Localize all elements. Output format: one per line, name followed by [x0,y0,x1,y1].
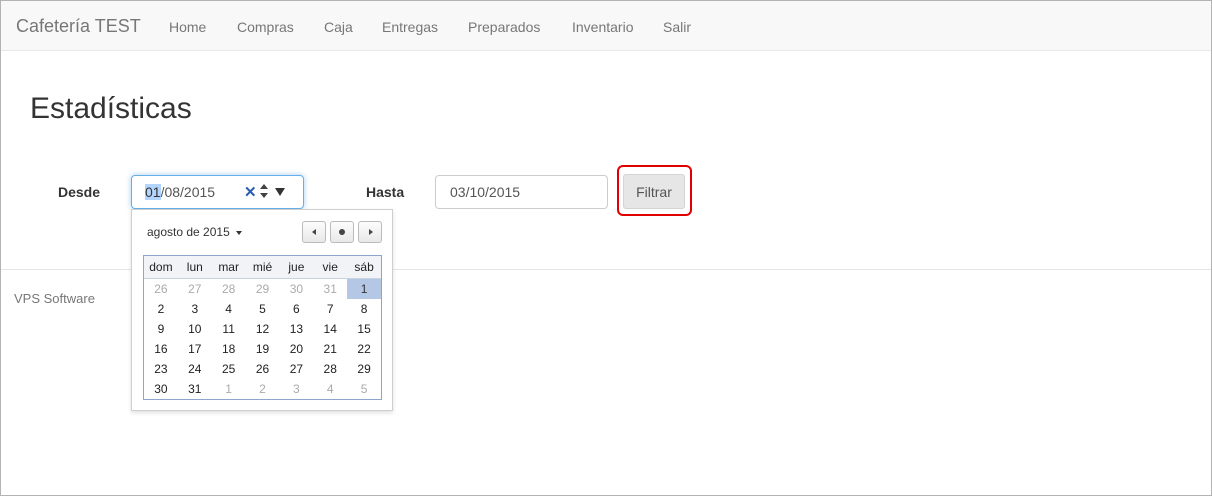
calendar-day[interactable]: 25 [212,359,246,379]
calendar-week: 16 17 18 19 20 21 22 [144,339,381,359]
calendar-day[interactable]: 4 [313,379,347,399]
caret-down-icon [235,230,242,235]
calendar-day[interactable]: 23 [144,359,178,379]
calendar-day[interactable]: 3 [279,379,313,399]
chevron-right-icon [369,229,373,235]
calendar-day[interactable]: 22 [347,339,381,359]
calendar-week: 26 27 28 29 30 31 1 [144,279,382,299]
calendar-day[interactable]: 13 [279,319,313,339]
calendar-day[interactable]: 6 [279,299,313,319]
hasta-date-value: 03/10/2015 [450,184,521,200]
calendar-month-label: agosto de 2015 [147,225,230,239]
calendar-day[interactable]: 29 [246,279,280,299]
calendar-day[interactable]: 2 [144,299,178,319]
calendar-day[interactable]: 5 [347,379,381,399]
hasta-date-input[interactable]: 03/10/2015 [435,175,608,209]
calendar-day[interactable]: 30 [279,279,313,299]
calendar-day[interactable]: 26 [246,359,280,379]
calendar-day[interactable]: 26 [144,279,178,299]
filter-button[interactable]: Filtrar [623,174,685,209]
brand-link[interactable]: Cafetería TEST [16,16,141,37]
weekday-lun: lun [186,260,203,274]
calendar-day[interactable]: 30 [144,379,178,399]
footer-text: VPS Software [14,291,95,306]
nav-item-preparados[interactable]: Preparados [468,19,540,35]
calendar-day[interactable]: 27 [279,359,313,379]
calendar-day[interactable]: 27 [178,279,212,299]
nav-item-inventario[interactable]: Inventario [572,19,633,35]
calendar-day[interactable]: 14 [313,319,347,339]
nav-item-entregas[interactable]: Entregas [382,19,438,35]
calendar-day[interactable]: 8 [347,299,381,319]
calendar-weekday-header: dom lun mar mié jue vie sáb [144,256,381,279]
spin-down-icon[interactable] [260,193,268,198]
calendar-day[interactable]: 24 [178,359,212,379]
desde-date-value: 01/08/2015 [145,184,215,200]
navbar: Cafetería TEST Home Compras Caja Entrega… [1,1,1211,51]
desde-date-rest: /08/2015 [160,184,216,200]
desde-date-input[interactable]: 01/08/2015 ✕ [131,175,304,209]
calendar-day[interactable]: 28 [212,279,246,299]
calendar-today-button[interactable] [330,221,354,243]
dot-icon [339,229,345,235]
weekday-dom: dom [149,260,173,274]
nav-item-compras[interactable]: Compras [237,19,294,35]
calendar-day[interactable]: 11 [212,319,246,339]
calendar-day[interactable]: 28 [313,359,347,379]
weekday-mar: mar [218,260,239,274]
spin-up-icon[interactable] [260,184,268,189]
page-title: Estadísticas [30,92,192,125]
calendar-next-button[interactable] [358,221,382,243]
calendar-day[interactable]: 4 [212,299,246,319]
calendar-day[interactable]: 5 [246,299,280,319]
calendar-day[interactable]: 21 [313,339,347,359]
nav-item-salir[interactable]: Salir [663,19,691,35]
calendar-day[interactable]: 31 [178,379,212,399]
calendar-week: 30 31 1 2 3 4 5 [144,379,381,399]
calendar-day[interactable]: 12 [246,319,280,339]
calendar-day[interactable]: 2 [246,379,280,399]
calendar-week: 23 24 25 26 27 28 29 [144,359,381,379]
calendar-day[interactable]: 18 [212,339,246,359]
calendar-day[interactable]: 19 [246,339,280,359]
calendar-day[interactable]: 9 [144,319,178,339]
calendar-week: 9 10 11 12 13 14 15 [144,319,381,339]
calendar-month-selector[interactable]: agosto de 2015 [147,225,242,239]
clear-date-icon[interactable]: ✕ [244,183,257,201]
calendar-popup: agosto de 2015 dom lun mar mié jue vie s… [131,209,393,411]
calendar-dropdown-icon[interactable] [275,188,285,196]
calendar-day[interactable]: 15 [347,319,381,339]
hasta-label: Hasta [366,184,405,200]
calendar-day[interactable]: 7 [313,299,347,319]
desde-label: Desde [58,184,101,200]
calendar-day[interactable]: 3 [178,299,212,319]
calendar-grid: dom lun mar mié jue vie sáb 26 27 28 29 … [143,255,382,400]
calendar-week: 2 3 4 5 6 7 8 [144,299,381,319]
calendar-day-selected[interactable]: 1 [347,279,382,299]
date-spinner[interactable] [259,183,269,201]
desde-day-segment[interactable]: 01 [145,184,161,200]
weekday-vie: vie [322,260,338,274]
nav-item-caja[interactable]: Caja [324,19,353,35]
chevron-left-icon [312,229,316,235]
calendar-day[interactable]: 20 [279,339,313,359]
weekday-jue: jue [288,260,305,274]
calendar-day[interactable]: 1 [212,379,246,399]
nav-item-home[interactable]: Home [169,19,206,35]
calendar-day[interactable]: 16 [144,339,178,359]
calendar-day[interactable]: 29 [347,359,381,379]
calendar-day[interactable]: 31 [313,279,347,299]
weekday-sab: sáb [354,260,374,274]
calendar-prev-button[interactable] [302,221,326,243]
weekday-mie: mié [252,260,273,274]
calendar-day[interactable]: 17 [178,339,212,359]
calendar-day[interactable]: 10 [178,319,212,339]
